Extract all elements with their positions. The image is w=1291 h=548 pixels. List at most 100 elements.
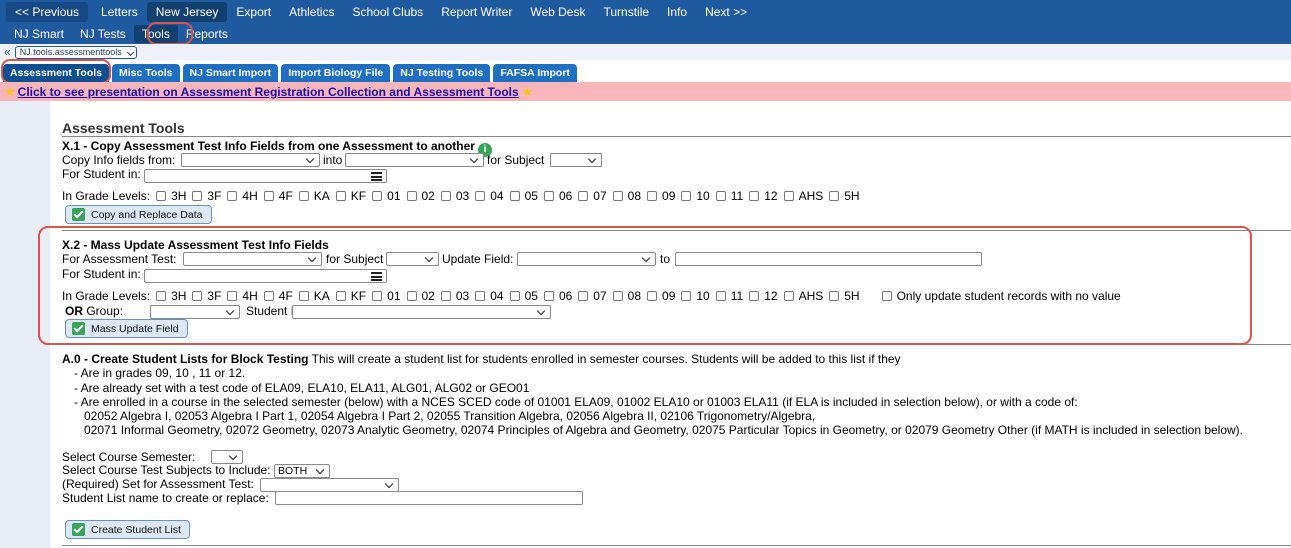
x1-for-student-label: For Student in: [62, 167, 141, 181]
a0-title: A.0 - Create Student Lists for Block Tes… [62, 352, 309, 366]
a0-codes-line: 02071 Informal Geometry, 02072 Geometry,… [84, 423, 1244, 437]
divider [62, 136, 1291, 137]
check-icon [72, 208, 85, 221]
highlight-x2-section [38, 226, 1252, 345]
grade-label: 5H [844, 189, 860, 203]
sub-nav: NJ Smart NJ Tests Tools Reports [0, 24, 1291, 44]
a0-header: A.0 - Create Student Lists for Block Tes… [62, 352, 901, 366]
nav-previous[interactable]: << Previous [6, 2, 89, 22]
create-student-list-label: Create Student List [91, 523, 181, 536]
a0-assessment-select[interactable] [260, 478, 399, 492]
x1-student-input[interactable] [144, 169, 387, 183]
page-title: Assessment Tools [62, 120, 185, 136]
x1-subject-select[interactable] [550, 153, 602, 167]
tab-misc-tools[interactable]: Misc Tools [112, 64, 180, 82]
grade-label: 01 [387, 189, 401, 203]
highlight-tools [147, 22, 193, 45]
presentation-banner: ★ Click to see presentation on Assessmen… [0, 82, 1291, 101]
grade-checkbox[interactable] [612, 191, 623, 201]
grade-label: 08 [627, 189, 642, 203]
grade-label: 09 [662, 189, 676, 203]
grade-checkbox[interactable] [715, 191, 726, 201]
grade-checkbox[interactable] [829, 191, 840, 201]
grade-label: 05 [524, 189, 538, 203]
copy-replace-button[interactable]: Copy and Replace Data [65, 205, 212, 224]
page-selector[interactable]: NJ.tools.assessmenttools [14, 45, 137, 59]
grade-label: 03 [455, 189, 470, 203]
nav-web-desk[interactable]: Web Desk [521, 2, 594, 22]
grade-checkbox[interactable] [543, 191, 554, 201]
grade-label: 4F [278, 189, 293, 203]
subnav-nj-smart[interactable]: NJ Smart [6, 25, 72, 43]
check-icon [72, 523, 85, 536]
grade-label: 07 [593, 189, 607, 203]
grade-checkbox[interactable] [749, 191, 760, 201]
grade-label: 04 [490, 189, 504, 203]
nav-letters[interactable]: Letters [92, 2, 147, 22]
a0-bullet: - Are enrolled in a course in the select… [74, 395, 1078, 409]
star-icon: ★ [521, 83, 534, 99]
grade-checkbox[interactable] [440, 191, 451, 201]
tab-bar: Assessment Tools Misc Tools NJ Smart Imp… [0, 62, 1291, 82]
grade-checkbox[interactable] [372, 191, 383, 201]
tab-nj-smart-import[interactable]: NJ Smart Import [182, 64, 279, 82]
grade-label: 10 [696, 189, 710, 203]
a0-codes-line: 02052 Algebra I, 02053 Algebra I Part 1,… [84, 409, 816, 423]
tab-import-biology-file[interactable]: Import Biology File [281, 64, 391, 82]
breadcrumb: « NJ.tools.assessmenttools [0, 44, 1291, 60]
nav-report-writer[interactable]: Report Writer [432, 2, 521, 22]
x1-title-text: X.1 - Copy Assessment Test Info Fields f… [62, 139, 475, 153]
star-icon: ★ [4, 83, 16, 99]
grade-checkbox[interactable] [475, 191, 486, 201]
grade-label: AHS [798, 189, 824, 203]
presentation-link[interactable]: Click to see presentation on Assessment … [18, 85, 519, 99]
nav-school-clubs[interactable]: School Clubs [343, 2, 432, 22]
tab-fafsa-import[interactable]: FAFSA Import [493, 64, 577, 82]
grade-checkbox[interactable] [263, 191, 274, 201]
grade-checkbox[interactable] [406, 191, 417, 201]
a0-bullet: - Are already set with a test code of EL… [74, 381, 530, 395]
grade-checkbox[interactable] [578, 191, 589, 201]
a0-subjects-select[interactable]: BOTH [274, 464, 330, 478]
a0-semester-select[interactable] [211, 450, 243, 464]
a0-subjects-label: Select Course Test Subjects to Include: [62, 463, 271, 477]
grade-label: 4H [242, 189, 258, 203]
nav-athletics[interactable]: Athletics [280, 2, 343, 22]
x1-grade-levels: In Grade Levels: 3H 3F 4H 4F KA KF 01 02… [62, 189, 860, 203]
tab-nj-testing-tools[interactable]: NJ Testing Tools [393, 64, 491, 82]
grade-checkbox[interactable] [192, 191, 203, 201]
menu-icon[interactable] [371, 172, 382, 181]
a0-list-name-label: Student List name to create or replace: [62, 491, 269, 505]
grade-label: KF [350, 189, 367, 203]
a0-intro: This will create a student list for stud… [311, 352, 901, 366]
x1-into-select[interactable] [345, 153, 484, 167]
nav-info[interactable]: Info [658, 2, 696, 22]
a0-list-name-input[interactable] [275, 491, 583, 505]
grade-label: 06 [558, 189, 573, 203]
grade-label: KA [313, 189, 330, 203]
divider [62, 545, 1291, 546]
grade-label: 3F [207, 189, 222, 203]
grade-checkbox[interactable] [298, 191, 309, 201]
grade-checkbox[interactable] [783, 191, 794, 201]
grade-checkbox[interactable] [227, 191, 238, 201]
grade-checkbox[interactable] [509, 191, 520, 201]
grade-label: 11 [730, 189, 744, 203]
a0-required-label: (Required) Set for Assessment Test: [62, 477, 254, 491]
top-nav: << Previous Letters New Jersey Export At… [0, 0, 1291, 24]
grade-checkbox[interactable] [647, 191, 658, 201]
nav-new-jersey[interactable]: New Jersey [146, 2, 228, 22]
subnav-nj-tests[interactable]: NJ Tests [72, 25, 134, 43]
nav-next[interactable]: Next >> [696, 2, 756, 22]
x1-copy-from-select[interactable] [181, 153, 320, 167]
back-icon[interactable]: « [4, 45, 11, 59]
nav-turnstile[interactable]: Turnstile [594, 2, 658, 22]
x1-copy-from-label: Copy Info fields from: [62, 153, 176, 167]
grade-checkbox[interactable] [156, 191, 167, 201]
highlight-assessment-tools [1, 59, 111, 84]
grade-checkbox[interactable] [681, 191, 692, 201]
create-student-list-button[interactable]: Create Student List [65, 520, 190, 539]
x1-for-subject-label: for Subject [487, 153, 545, 167]
grade-checkbox[interactable] [335, 191, 346, 201]
nav-export[interactable]: Export [227, 2, 280, 22]
